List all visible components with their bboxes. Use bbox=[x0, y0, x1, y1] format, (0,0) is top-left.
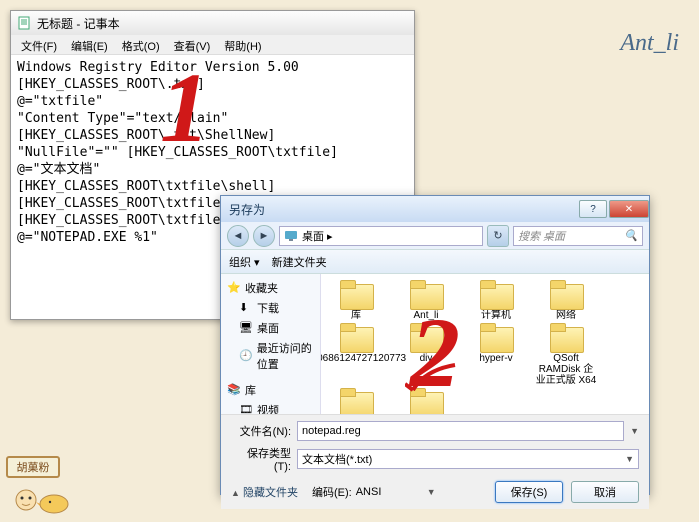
menu-view[interactable]: 查看(V) bbox=[168, 35, 217, 54]
breadcrumb[interactable]: 桌面 ▸ bbox=[279, 226, 483, 246]
filename-label: 文件名(N): bbox=[231, 423, 291, 439]
organize-button[interactable]: 组织 ▾ bbox=[229, 254, 260, 270]
sidebar-desktop[interactable]: 🖥 桌面 bbox=[223, 318, 318, 338]
savetype-combo[interactable]: 文本文档(*.txt) ▼ bbox=[297, 449, 639, 469]
folder-icon bbox=[338, 388, 374, 414]
savetype-value: 文本文档(*.txt) bbox=[302, 451, 372, 467]
sidebar-recent[interactable]: 🕘 最近访问的位置 bbox=[223, 338, 318, 374]
menu-format[interactable]: 格式(O) bbox=[116, 35, 166, 54]
dialog-bottom: 文件名(N): ▼ 保存类型(T): 文本文档(*.txt) ▼ ▲ 隐藏文件夹… bbox=[221, 414, 649, 509]
libraries-label: 库 bbox=[245, 382, 256, 398]
back-button[interactable]: ◄ bbox=[227, 225, 249, 247]
video-icon: 🎞 bbox=[239, 403, 253, 414]
hide-folders-link[interactable]: ▲ 隐藏文件夹 bbox=[231, 484, 298, 500]
filename-input[interactable] bbox=[297, 421, 624, 441]
notepad-title: 无标题 - 记事本 bbox=[37, 15, 120, 32]
library-icon: 📚 bbox=[227, 383, 241, 397]
star-icon: ⭐ bbox=[227, 281, 241, 295]
notepad-menubar: 文件(F) 编辑(E) 格式(O) 查看(V) 帮助(H) bbox=[11, 35, 414, 55]
save-button[interactable]: 保存(S) bbox=[495, 481, 563, 503]
close-button[interactable]: ✕ bbox=[609, 200, 649, 218]
file-label: 计算机 bbox=[481, 310, 511, 321]
sidebar-label: 桌面 bbox=[257, 320, 279, 336]
menu-help[interactable]: 帮助(H) bbox=[218, 35, 267, 54]
file-label: Ant_li bbox=[413, 310, 438, 321]
sidebar-favorites[interactable]: ⭐ 收藏夹 bbox=[223, 278, 318, 298]
doodle-sign: 胡菓粉 bbox=[6, 456, 60, 478]
newfolder-button[interactable]: 新建文件夹 bbox=[272, 254, 327, 270]
file-item[interactable]: 网络 bbox=[535, 280, 597, 321]
sidebar-videos[interactable]: 🎞 视频 bbox=[223, 400, 318, 414]
download-icon: ⬇ bbox=[239, 301, 253, 315]
file-label: diy bbox=[420, 353, 433, 364]
encoding-combo[interactable]: ANSI ▼ bbox=[356, 486, 436, 498]
folder-icon bbox=[408, 388, 444, 414]
desktop-icon: 🖥 bbox=[239, 321, 253, 335]
favorites-label: 收藏夹 bbox=[245, 280, 278, 296]
savetype-label: 保存类型(T): bbox=[231, 445, 291, 473]
sidebar-downloads[interactable]: ⬇ 下载 bbox=[223, 298, 318, 318]
file-item[interactable]: diy bbox=[395, 323, 457, 386]
sidebar-label: 视频 bbox=[257, 402, 279, 414]
chevron-down-icon[interactable]: ▼ bbox=[630, 426, 639, 436]
recent-icon: 🕘 bbox=[239, 349, 253, 363]
folder-icon bbox=[478, 280, 514, 308]
help-button[interactable]: ? bbox=[579, 200, 607, 218]
file-view[interactable]: 库 Ant_li 计算机 网络 200686124727120773 diy h… bbox=[321, 274, 649, 414]
file-label: 库 bbox=[351, 310, 361, 321]
chevron-down-icon: ▼ bbox=[427, 487, 436, 497]
folder-icon bbox=[408, 280, 444, 308]
breadcrumb-text: 桌面 ▸ bbox=[302, 228, 333, 244]
watermark-text: Ant_li bbox=[620, 30, 679, 57]
file-item[interactable]: QSoft RAMDisk 企业正式版 X64 bbox=[535, 323, 597, 386]
file-label: 200686124727120773 bbox=[321, 353, 406, 364]
file-item[interactable]: Symantec System Recovery_xp510.co... bbox=[395, 388, 457, 414]
search-input[interactable]: 搜索 桌面 🔍 bbox=[513, 226, 643, 246]
folder-icon bbox=[478, 323, 514, 351]
file-item[interactable]: Ant_li bbox=[395, 280, 457, 321]
folder-icon bbox=[548, 323, 584, 351]
notepad-icon bbox=[17, 16, 31, 30]
cancel-button[interactable]: 取消 bbox=[571, 481, 639, 503]
dialog-title: 另存为 bbox=[229, 201, 265, 218]
folder-icon bbox=[408, 323, 444, 351]
file-label: 网络 bbox=[556, 310, 576, 321]
file-item[interactable]: Ramdisk for X86 bbox=[325, 388, 387, 414]
sidebar-label: 下载 bbox=[257, 300, 279, 316]
hide-folders-label: 隐藏文件夹 bbox=[243, 487, 298, 499]
encoding-value: ANSI bbox=[356, 486, 382, 498]
file-item[interactable]: 库 bbox=[325, 280, 387, 321]
search-placeholder: 搜索 桌面 bbox=[518, 228, 565, 244]
desktop-icon bbox=[284, 229, 298, 243]
notepad-titlebar[interactable]: 无标题 - 记事本 bbox=[11, 11, 414, 35]
nav-bar: ◄ ► 桌面 ▸ ↻ 搜索 桌面 🔍 bbox=[221, 222, 649, 250]
refresh-button[interactable]: ↻ bbox=[487, 225, 509, 247]
sidebar-label: 最近访问的位置 bbox=[257, 340, 314, 372]
save-as-dialog: 另存为 ? ✕ ◄ ► 桌面 ▸ ↻ 搜索 桌面 🔍 组织 ▾ 新建文件夹 ⭐ … bbox=[220, 195, 650, 495]
dialog-toolbar: 组织 ▾ 新建文件夹 bbox=[221, 250, 649, 274]
chevron-down-icon: ▼ bbox=[625, 454, 634, 464]
folder-icon bbox=[338, 280, 374, 308]
window-buttons: ? ✕ bbox=[577, 200, 649, 218]
forward-button[interactable]: ► bbox=[253, 225, 275, 247]
doodle-cartoon: 胡菓粉 bbox=[6, 456, 76, 516]
menu-edit[interactable]: 编辑(E) bbox=[65, 35, 114, 54]
file-item[interactable]: 计算机 bbox=[465, 280, 527, 321]
sidebar: ⭐ 收藏夹 ⬇下载 🖥桌面 🕘最近访问的位置 📚 库 🎞视频 🖼图片 📄文档 bbox=[221, 274, 321, 414]
search-icon: 🔍 bbox=[624, 229, 638, 242]
sidebar-libraries[interactable]: 📚 库 bbox=[223, 380, 318, 400]
folder-icon bbox=[548, 280, 584, 308]
encoding-label: 编码(E): bbox=[312, 484, 352, 500]
menu-file[interactable]: 文件(F) bbox=[15, 35, 63, 54]
dialog-titlebar[interactable]: 另存为 ? ✕ bbox=[221, 196, 649, 222]
chevron-up-icon: ▲ bbox=[231, 488, 240, 498]
file-label: QSoft RAMDisk 企业正式版 X64 bbox=[535, 353, 597, 386]
file-item[interactable]: hyper-v bbox=[465, 323, 527, 386]
file-item[interactable]: 200686124727120773 bbox=[325, 323, 387, 386]
folder-icon bbox=[338, 323, 374, 351]
file-label: hyper-v bbox=[479, 353, 512, 364]
